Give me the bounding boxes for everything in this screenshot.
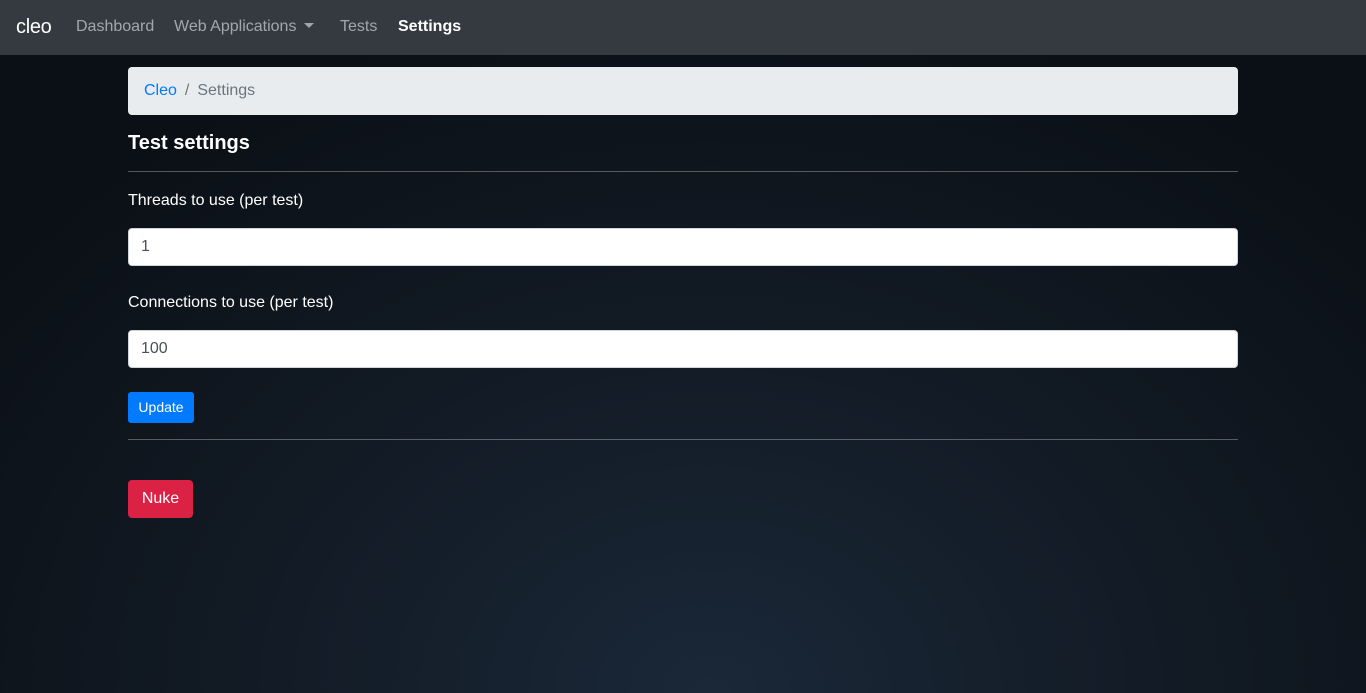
breadcrumb-root-link[interactable]: Cleo [144,82,177,99]
breadcrumb-separator: / [184,82,190,99]
nav-dashboard[interactable]: Dashboard [76,17,154,37]
nav-tests[interactable]: Tests [340,17,377,37]
connections-input[interactable] [128,330,1238,368]
page-title: Test settings [128,132,250,154]
update-button[interactable]: Update [128,392,194,423]
threads-label: Threads to use (per test) [128,192,304,209]
connections-label: Connections to use (per test) [128,294,334,311]
brand-logo[interactable]: cleo [16,15,52,39]
chevron-down-icon [304,23,315,28]
divider-top [128,171,1238,172]
breadcrumb-current: Settings [197,82,256,99]
divider-bottom [128,439,1238,440]
top-navbar: cleo Dashboard Web Applications Tests Se… [0,0,1366,55]
nav-web-applications-label: Web Applications [174,18,297,35]
nav-settings[interactable]: Settings [398,17,461,37]
nuke-button[interactable]: Nuke [128,480,193,518]
nav-web-applications[interactable]: Web Applications [174,17,315,37]
breadcrumb: Cleo / Settings [128,67,1238,115]
threads-input[interactable] [128,228,1238,266]
